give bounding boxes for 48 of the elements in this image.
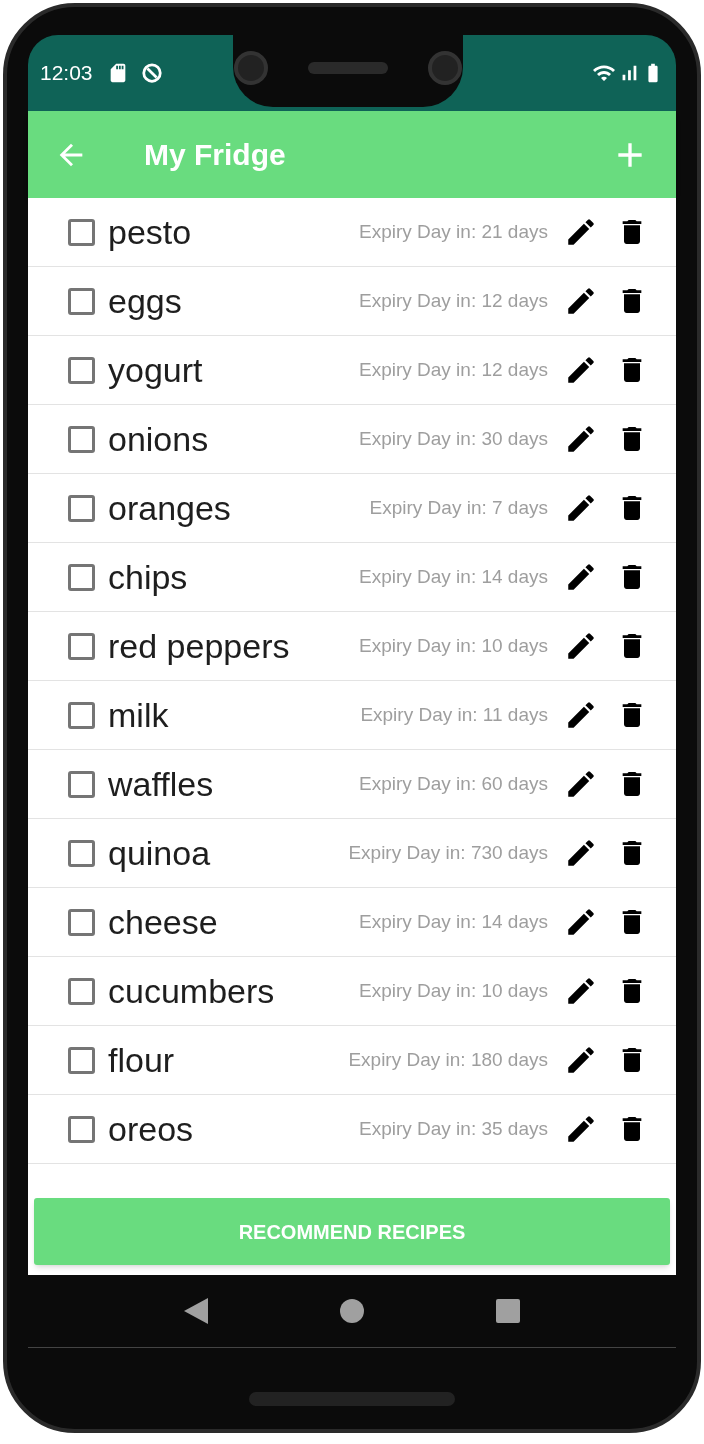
item-name: milk [108,694,169,736]
checkbox[interactable] [68,563,95,591]
expiry-text: Expiry Day in: 14 days [358,909,548,934]
checkbox[interactable] [68,425,95,453]
item-name: cheese [108,901,218,943]
checkbox[interactable] [68,632,95,660]
checkbox[interactable] [68,701,95,729]
item-name: yogurt [108,349,203,391]
item-name: pesto [108,211,192,253]
expiry-text: Expiry Day in: 30 days [358,426,548,451]
expiry-text: Expiry Day in: 180 days [348,1047,548,1072]
item-name: eggs [108,280,182,322]
item-name: waffles [108,763,214,805]
expiry-text: Expiry Day in: 21 days [358,219,548,244]
app-title: My Fridge [144,137,286,173]
item-name: oranges [108,487,231,529]
sync-off-icon [140,62,163,84]
checkbox[interactable] [68,1046,95,1074]
expiry-text: Expiry Day in: 10 days [358,978,548,1003]
checkbox[interactable] [68,1115,95,1143]
item-name: flour [108,1039,175,1081]
home-nav-icon[interactable] [340,1299,364,1323]
checkbox[interactable] [68,494,95,522]
expiry-text: Expiry Day in: 60 days [358,771,548,796]
back-nav-icon[interactable] [184,1298,208,1324]
item-name: chips [108,556,188,598]
expiry-text: Expiry Day in: 7 days [369,495,548,520]
item-name: cucumbers [108,970,275,1012]
expiry-text: Expiry Day in: 10 days [358,633,548,658]
checkbox[interactable] [68,356,95,384]
checkbox[interactable] [68,908,95,936]
checkbox[interactable] [68,977,95,1005]
item-name: quinoa [108,832,211,874]
expiry-text: Expiry Day in: 730 days [348,840,548,865]
checkbox[interactable] [68,770,95,798]
expiry-text: Expiry Day in: 11 days [360,702,548,727]
expiry-text: Expiry Day in: 12 days [358,288,548,313]
expiry-text: Expiry Day in: 14 days [358,564,548,589]
item-name: red peppers [108,625,290,667]
checkbox[interactable] [68,218,95,246]
item-name: onions [108,418,209,460]
expiry-text: Expiry Day in: 12 days [358,357,548,382]
recommend-recipes-button[interactable]: RECOMMEND RECIPES [34,1198,670,1265]
checkbox[interactable] [68,287,95,315]
expiry-text: Expiry Day in: 35 days [358,1116,548,1141]
status-time: 12:03 [40,60,93,87]
checkbox[interactable] [68,839,95,867]
item-name: oreos [108,1108,194,1150]
